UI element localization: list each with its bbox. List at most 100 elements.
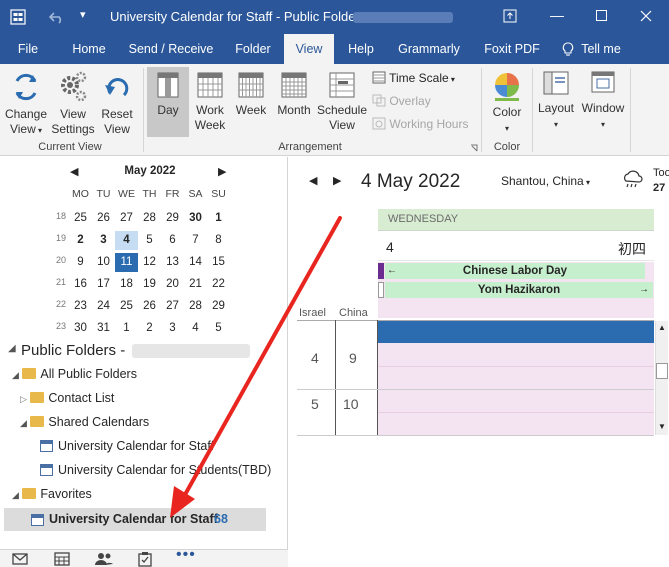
mini-cal-day[interactable]: 29: [207, 297, 230, 316]
mini-cal-day[interactable]: 1: [207, 209, 230, 228]
minimize-button[interactable]: —: [550, 7, 564, 23]
mini-cal-day[interactable]: 3: [161, 319, 184, 338]
mini-cal-day[interactable]: 24: [92, 297, 115, 316]
time-scale-dropdown[interactable]: Time Scale ▾: [372, 71, 455, 85]
color-button[interactable]: Color ▾: [486, 71, 528, 136]
weather-location-dropdown[interactable]: Shantou, China ▾: [501, 174, 590, 188]
day-header[interactable]: WEDNESDAY: [378, 209, 654, 231]
tab-grammarly[interactable]: Grammarly: [394, 34, 464, 64]
week-view-button[interactable]: Week: [231, 71, 271, 118]
mini-cal-day[interactable]: 25: [69, 209, 92, 228]
mini-cal-day[interactable]: 27: [115, 209, 138, 228]
folder-cal-students[interactable]: University Calendar for Students(TBD): [40, 463, 271, 477]
mail-icon[interactable]: [12, 553, 28, 565]
mini-cal-day[interactable]: 1: [115, 319, 138, 338]
tab-file[interactable]: File: [8, 34, 48, 64]
tab-foxit-pdf[interactable]: Foxit PDF: [480, 34, 544, 64]
mini-cal-day[interactable]: 8: [207, 231, 230, 250]
calendar-module-icon[interactable]: [54, 552, 70, 566]
mini-cal-day[interactable]: 12: [138, 253, 161, 272]
mini-cal-day[interactable]: 23: [69, 297, 92, 316]
tab-view[interactable]: View: [284, 34, 334, 64]
people-icon[interactable]: [95, 552, 113, 566]
folder-contact-list[interactable]: ▷ Contact List: [20, 391, 114, 405]
tab-home[interactable]: Home: [65, 34, 113, 64]
mini-cal-day[interactable]: 19: [138, 275, 161, 294]
tab-send-receive[interactable]: Send / Receive: [126, 34, 216, 64]
quick-access-dropdown-icon[interactable]: ▾: [80, 8, 86, 21]
public-folders-header[interactable]: ◢ Public Folders -: [8, 339, 280, 363]
folder-cal-staff[interactable]: University Calendar for Staff: [40, 439, 214, 453]
mini-cal-day[interactable]: 11: [115, 253, 138, 272]
ribbon-display-options-icon[interactable]: [503, 9, 517, 23]
mini-cal-day[interactable]: 15: [207, 253, 230, 272]
close-button[interactable]: [640, 10, 652, 22]
mini-cal-day[interactable]: 16: [69, 275, 92, 294]
view-settings-button[interactable]: View Settings: [50, 71, 96, 137]
mini-cal-day[interactable]: 28: [138, 209, 161, 228]
prev-day-button[interactable]: ◀: [309, 174, 317, 187]
folder-favorites[interactable]: ◢ Favorites: [12, 487, 92, 501]
working-hours-button[interactable]: Working Hours: [372, 117, 468, 131]
mini-cal-day[interactable]: 27: [161, 297, 184, 316]
mini-cal-day[interactable]: 22: [207, 275, 230, 294]
mini-cal-day[interactable]: 9: [69, 253, 92, 272]
reset-view-button[interactable]: Reset View: [97, 71, 137, 137]
mini-cal-day[interactable]: 4: [184, 319, 207, 338]
day-view-button[interactable]: Day: [147, 67, 189, 137]
mini-cal-day[interactable]: 28: [184, 297, 207, 316]
mini-cal-prev-month[interactable]: ◀: [70, 165, 78, 178]
schedule-view-label-2: View: [329, 118, 355, 132]
more-apps-icon[interactable]: •••: [176, 546, 196, 564]
mini-cal-day[interactable]: 2: [138, 319, 161, 338]
favorite-cal-staff-selected[interactable]: University Calendar for Staff 68: [4, 508, 266, 531]
scroll-down-icon[interactable]: ▼: [658, 422, 666, 431]
mini-cal-day[interactable]: 26: [92, 209, 115, 228]
mini-cal-day[interactable]: 29: [161, 209, 184, 228]
mini-cal-day[interactable]: 14: [184, 253, 207, 272]
tab-help[interactable]: Help: [340, 34, 382, 64]
month-view-button[interactable]: Month: [274, 71, 314, 118]
mini-cal-day[interactable]: 18: [115, 275, 138, 294]
overlay-button[interactable]: Overlay: [372, 94, 431, 108]
app-menu-icon[interactable]: [10, 9, 26, 25]
folder-all-public[interactable]: ◢ All Public Folders: [12, 367, 137, 381]
event-chinese-labor-day[interactable]: ← Chinese Labor Day: [385, 263, 645, 279]
window-button[interactable]: Window ▾: [580, 69, 626, 132]
mini-cal-day[interactable]: 7: [184, 231, 207, 250]
tell-me-search[interactable]: Tell me: [576, 34, 626, 64]
mini-cal-day[interactable]: 20: [161, 275, 184, 294]
mini-cal-day[interactable]: 26: [138, 297, 161, 316]
mini-cal-day[interactable]: 21: [184, 275, 207, 294]
mini-cal-day[interactable]: 13: [161, 253, 184, 272]
undo-icon[interactable]: [49, 10, 65, 24]
mini-cal-day[interactable]: 4: [115, 231, 138, 250]
mini-cal-day[interactable]: 5: [207, 319, 230, 338]
scroll-up-icon[interactable]: ▲: [658, 323, 666, 332]
folder-shared-calendars[interactable]: ◢ Shared Calendars: [20, 415, 149, 429]
mini-cal-day[interactable]: 30: [184, 209, 207, 228]
mini-cal-day[interactable]: 6: [161, 231, 184, 250]
schedule-view-button[interactable]: Schedule View: [316, 71, 368, 133]
mini-cal-next-month[interactable]: ▶: [218, 165, 226, 178]
tab-folder[interactable]: Folder: [228, 34, 278, 64]
mini-cal-day[interactable]: 31: [92, 319, 115, 338]
vertical-scrollbar[interactable]: ▲ ▼: [655, 321, 668, 435]
selected-time-slot[interactable]: [378, 321, 654, 343]
mini-cal-day[interactable]: 5: [138, 231, 161, 250]
mini-cal-day[interactable]: 17: [92, 275, 115, 294]
mini-cal-day[interactable]: 30: [69, 319, 92, 338]
mini-cal-day[interactable]: 3: [92, 231, 115, 250]
mini-cal-day[interactable]: 25: [115, 297, 138, 316]
tasks-icon[interactable]: [138, 551, 152, 567]
event-yom-hazikaron[interactable]: Yom Hazikaron →: [385, 282, 653, 298]
mini-cal-day[interactable]: 10: [92, 253, 115, 272]
maximize-button[interactable]: [596, 10, 608, 22]
layout-button[interactable]: Layout ▾: [534, 69, 578, 132]
scrollbar-thumb[interactable]: [656, 363, 668, 379]
change-view-button[interactable]: Change View ▾: [3, 71, 49, 138]
mini-cal-day[interactable]: 2: [69, 231, 92, 250]
next-day-button[interactable]: ▶: [333, 174, 341, 187]
work-week-view-button[interactable]: Work Week: [190, 71, 230, 133]
dialog-launcher-icon[interactable]: [470, 144, 478, 152]
